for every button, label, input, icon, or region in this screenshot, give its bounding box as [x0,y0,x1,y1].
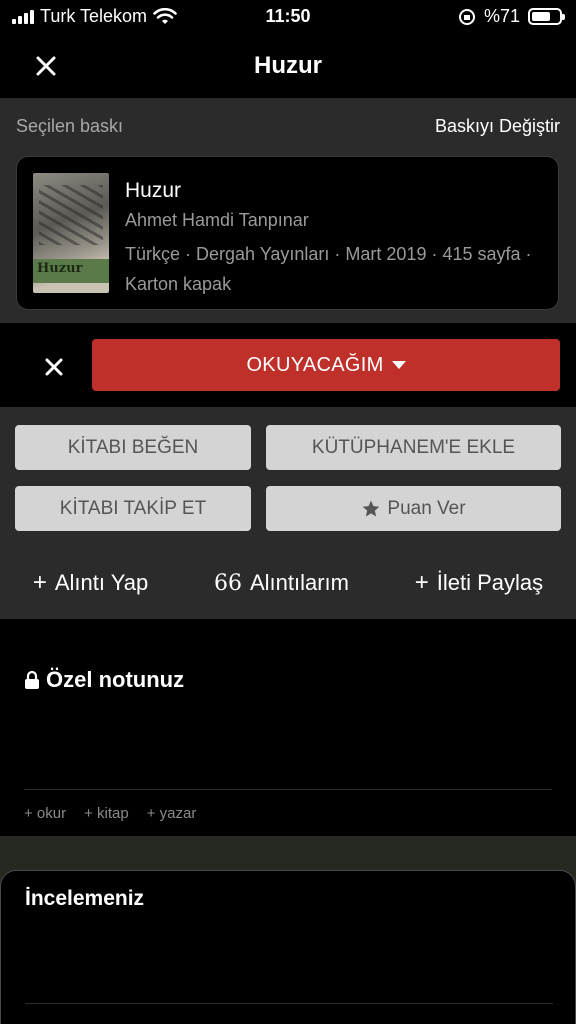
private-notes-section[interactable]: Özel notunuz + okur + kitap + yazar [0,619,576,836]
status-right: %71 [458,6,565,27]
quote-link[interactable]: + Alıntı Yap [33,569,148,597]
quote-link-label: Alıntı Yap [54,570,149,595]
follow-book-label: KİTABI TAKİP ET [59,497,207,519]
book-meta: Türkçe · Dergah Yayınları · Mart 2019 · … [125,244,532,294]
plus-icon: + [414,569,429,596]
follow-book-button[interactable]: KİTABI TAKİP ET [15,486,251,531]
change-edition-link[interactable]: Baskıyı Değiştir [435,116,560,137]
cover-title: Huzur [37,261,83,276]
my-quotes-label: Alıntılarım [249,570,349,595]
page-title: Huzur [254,52,322,79]
orientation-lock-icon [458,8,475,25]
like-book-label: KİTABI BEĞEN [67,436,199,458]
private-notes-label: Özel notunuz [46,667,185,692]
action-links: + Alıntı Yap 66 Alıntılarım + İleti Payl… [0,565,576,601]
battery-icon [528,8,565,25]
share-post-link[interactable]: + İleti Paylaş [415,569,543,597]
reading-status-row: OKUYACAĞIM [0,323,576,407]
book-card[interactable]: Huzur Huzur Ahmet Hamdi Tanpınar Türkçe … [16,156,559,310]
star-icon [363,500,380,516]
my-quotes-link[interactable]: 66 Alıntılarım [214,570,349,596]
chevron-down-icon [391,361,406,369]
add-to-library-label: KÜTÜPHANEM'E EKLE [311,436,516,458]
like-book-button[interactable]: KİTABI BEĞEN [15,425,251,470]
tag-reader-button[interactable]: + okur [24,805,66,822]
tag-book-button[interactable]: + kitap [84,805,129,822]
lock-icon [25,670,39,689]
tag-buttons: + okur + kitap + yazar [24,805,196,822]
review-title: İncelemeniz [25,887,145,910]
edition-section: Seçilen baskı Baskıyı Değiştir Huzur Huz… [0,98,576,323]
book-author: Ahmet Hamdi Tanpınar [125,210,309,230]
tag-author-button[interactable]: + yazar [147,805,197,822]
rate-label: Puan Ver [387,497,466,519]
clear-status-icon[interactable] [38,351,70,383]
book-cover: Huzur [33,173,109,293]
private-notes-title: Özel notunuz [24,667,184,693]
battery-percent: %71 [483,6,520,26]
add-to-library-button[interactable]: KÜTÜPHANEM'E EKLE [266,425,561,470]
nav-bar: Huzur [0,36,576,98]
divider [24,789,552,790]
actions-section: KİTABI BEĞEN KÜTÜPHANEM'E EKLE KİTABI TA… [0,407,576,619]
book-title: Huzur [125,179,182,202]
status-bar: Turk Telekom 11:50 %71 [0,0,576,36]
reading-status-dropdown[interactable]: OKUYACAĞIM [92,339,560,391]
divider [25,1003,553,1004]
edition-label: Seçilen baskı [16,116,124,136]
rate-button[interactable]: Puan Ver [266,486,561,531]
quote-icon: 66 [213,570,242,596]
reading-status-label: OKUYACAĞIM [246,353,384,376]
review-section[interactable]: İncelemeniz [0,870,576,1024]
plus-icon: + [32,569,47,596]
share-post-label: İleti Paylaş [436,570,544,595]
